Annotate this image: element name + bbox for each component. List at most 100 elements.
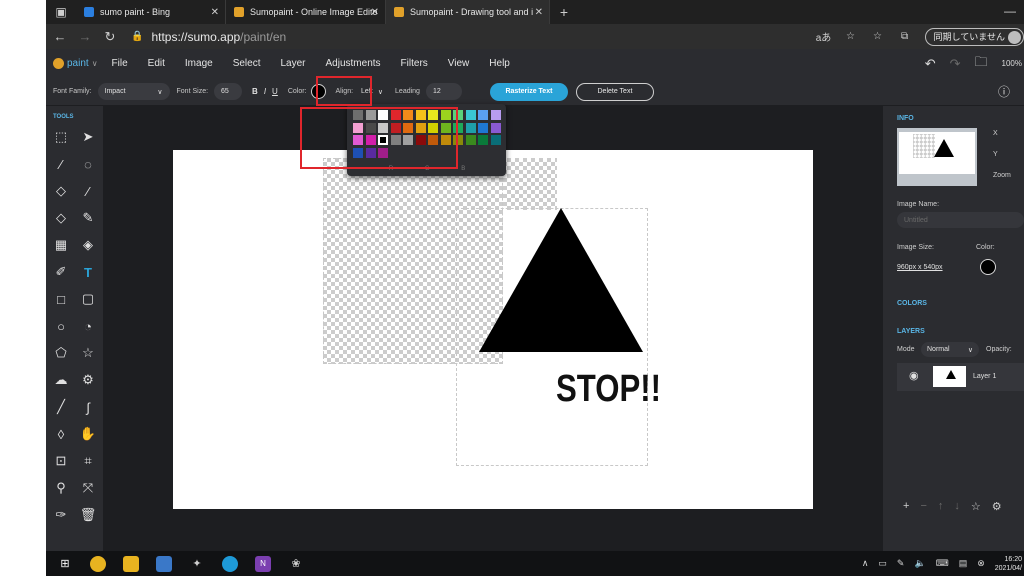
hand-icon[interactable]: ✋ (79, 425, 97, 443)
sync-status-button[interactable]: 同期していません (924, 27, 1024, 46)
eraser-icon[interactable]: ◇ (52, 209, 70, 227)
browser-tab-sumopaint-editor[interactable]: Sumopaint - Online Image Edito ✕ (226, 0, 386, 24)
ellipse-icon[interactable]: ○ (52, 317, 70, 335)
clone-stamp-icon[interactable]: ✐ (52, 263, 70, 281)
drop-icon[interactable]: ◊ (52, 425, 70, 443)
leading-input[interactable]: 12 (425, 83, 462, 100)
pie-icon[interactable]: ◔ (79, 317, 97, 335)
menu-filters[interactable]: Filters (401, 58, 428, 69)
collections-icon[interactable]: ⧉ (894, 31, 916, 42)
zoom-icon[interactable]: ⚲ (52, 479, 70, 497)
remove-layer-icon[interactable]: − (920, 500, 926, 513)
refresh-icon[interactable]: ↻ (99, 29, 121, 45)
display-icon[interactable]: ▤ (959, 558, 968, 569)
gear-shape-icon[interactable]: ⚙ (79, 371, 97, 389)
move-up-icon[interactable]: ↑ (938, 500, 944, 513)
keyboard-icon[interactable]: ⌨ (936, 558, 949, 569)
curve-icon[interactable]: ∫ (79, 398, 97, 416)
tab-actions-icon[interactable]: ▣ (46, 0, 76, 24)
crop-alt-icon[interactable]: ⌗ (79, 452, 97, 470)
menu-select[interactable]: Select (233, 58, 261, 69)
paint3d-icon[interactable]: ❀ (288, 556, 304, 572)
battery-icon[interactable]: ▭ (878, 558, 887, 569)
menu-image[interactable]: Image (185, 58, 213, 69)
color-swatch[interactable] (478, 135, 488, 145)
rasterize-text-button[interactable]: Rasterize Text (489, 82, 568, 101)
chrome-icon[interactable] (90, 555, 106, 572)
lasso-icon[interactable]: ◌ (79, 155, 97, 173)
redo-icon[interactable]: ↷ (950, 56, 961, 72)
marquee-select-icon[interactable]: ⬚ (52, 128, 70, 146)
read-aloud-icon[interactable]: aあ (813, 29, 835, 44)
menu-file[interactable]: File (112, 58, 128, 69)
browser-tab-sumopaint-drawing[interactable]: Sumopaint - Drawing tool and i ✕ (386, 0, 550, 24)
zoom-level[interactable]: 100% (1002, 59, 1022, 68)
blend-mode-select[interactable]: Normal ∨ (921, 342, 979, 357)
onenote-icon[interactable]: N (255, 555, 271, 572)
close-tab-icon[interactable]: ✕ (371, 7, 379, 18)
menu-help[interactable]: Help (489, 58, 510, 69)
menu-layer[interactable]: Layer (281, 58, 306, 69)
pen-icon[interactable]: ✎ (897, 558, 905, 569)
polygon-icon[interactable]: ⬠ (52, 344, 70, 362)
color-swatch[interactable] (490, 122, 501, 133)
mail-icon[interactable] (156, 555, 172, 572)
file-explorer-icon[interactable] (123, 555, 139, 572)
paint-bucket-icon[interactable]: ◈ (79, 236, 97, 254)
image-size-link[interactable]: 960px x 540px (897, 264, 943, 271)
menu-edit[interactable]: Edit (148, 58, 165, 69)
rectangle-icon[interactable]: □ (52, 290, 70, 308)
close-tab-icon[interactable]: ✕ (535, 7, 543, 18)
color-swatch[interactable] (465, 122, 476, 133)
windows-start-icon[interactable]: ⊞ (57, 556, 73, 572)
line-icon[interactable]: ╱ (52, 398, 70, 416)
font-size-input[interactable]: 65 (214, 83, 243, 100)
underline-button[interactable]: U (272, 87, 278, 96)
pencil-icon[interactable]: ✎ (79, 209, 97, 227)
folder-icon[interactable]: 🗀 (975, 53, 988, 75)
rounded-rectangle-icon[interactable]: ▢ (79, 290, 97, 308)
favorite-star-icon[interactable]: ☆ (840, 31, 862, 42)
fill-icon[interactable]: ◇ (52, 182, 70, 200)
volume-icon[interactable]: 🔈 (914, 558, 925, 569)
edge-browser-icon[interactable] (222, 555, 238, 572)
layer-row[interactable]: ◉ Layer 1 (897, 363, 1024, 391)
move-arrow-icon[interactable]: ➤ (79, 128, 97, 146)
add-layer-icon[interactable]: + (903, 500, 909, 513)
font-family-select[interactable]: Impact ∨ (97, 83, 170, 100)
undo-icon[interactable]: ↶ (925, 56, 936, 72)
browser-tab-bing[interactable]: sumo paint - Bing ✕ (76, 0, 226, 24)
back-arrow-icon[interactable]: ← (49, 29, 71, 44)
colors-title[interactable]: COLORS (897, 300, 927, 307)
close-tab-icon[interactable]: ✕ (211, 7, 219, 18)
color-swatch[interactable] (490, 135, 501, 145)
italic-button[interactable]: I (264, 87, 266, 96)
show-hidden-icons-chevron-up-icon[interactable]: ∧ (862, 558, 869, 569)
delete-text-button[interactable]: Delete Text (575, 82, 654, 101)
bold-button[interactable]: B (252, 87, 258, 96)
gradient-icon[interactable]: ▦ (52, 236, 70, 254)
color-swatch[interactable] (465, 110, 476, 120)
new-tab-icon[interactable]: + (550, 0, 578, 24)
color-swatch[interactable] (478, 110, 488, 120)
app-logo[interactable]: paint ∨ (53, 58, 98, 69)
url-field[interactable]: 🔒 https://sumo.app/paint/en (131, 30, 286, 44)
forward-arrow-icon[interactable]: → (74, 29, 96, 44)
color-swatch[interactable] (490, 110, 501, 120)
color-swatch[interactable] (478, 122, 488, 133)
canvas-text-layer[interactable]: STOP!! (556, 368, 661, 411)
image-name-input[interactable]: Untitled (897, 212, 1024, 228)
eyedropper-icon[interactable]: ✑ (52, 506, 70, 524)
fit-screen-icon[interactable]: ⤧ (79, 479, 97, 497)
menu-view[interactable]: View (448, 58, 470, 69)
crop-icon[interactable]: ⊡ (52, 452, 70, 470)
current-color-swatch[interactable] (980, 259, 996, 275)
info-circle-icon[interactable]: ⓘ (998, 83, 1010, 100)
notification-icon[interactable]: ⊗ (977, 558, 985, 569)
trash-icon[interactable]: 🗑 (79, 506, 97, 524)
minimize-window-icon[interactable]: — (1004, 4, 1016, 18)
favorites-list-icon[interactable]: ☆ (867, 31, 889, 42)
eye-visibility-icon[interactable]: ◉ (909, 369, 919, 382)
text-tool-icon[interactable]: T (79, 263, 97, 281)
layer-favorite-star-icon[interactable]: ☆ (971, 500, 981, 513)
